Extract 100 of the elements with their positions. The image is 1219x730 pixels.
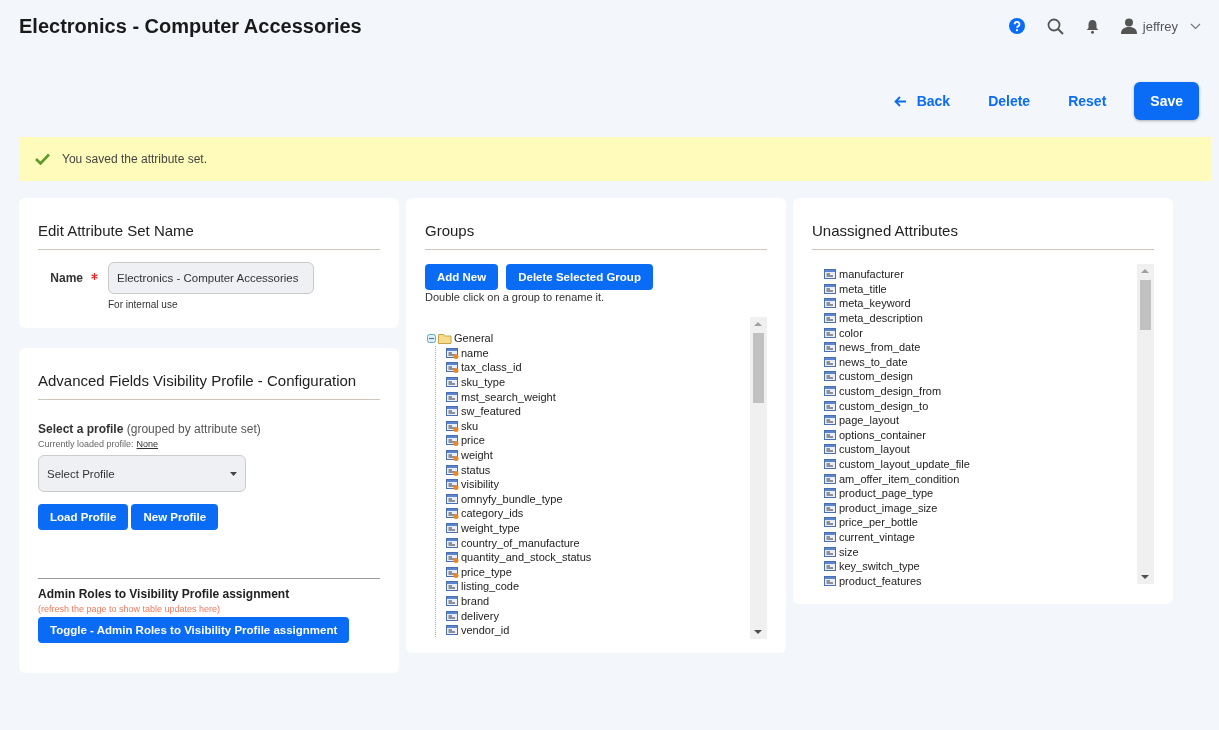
field-note: For internal use bbox=[108, 299, 179, 310]
page-title: Electronics - Computer Accessories bbox=[19, 14, 363, 38]
attribute-icon bbox=[824, 297, 837, 310]
tree-item[interactable]: vendor_id bbox=[436, 622, 750, 638]
attribute-icon bbox=[824, 428, 837, 441]
tree-item[interactable]: status bbox=[436, 462, 750, 477]
select-label: Select a profile (grouped by attribute set) bbox=[38, 422, 262, 436]
profile-dropdown[interactable]: Select Profile bbox=[38, 455, 246, 492]
list-item[interactable]: price_per_bottle bbox=[824, 515, 1137, 530]
system-attribute-icon bbox=[446, 507, 459, 520]
tree-item[interactable]: delivery bbox=[436, 608, 750, 623]
attribute-icon bbox=[824, 385, 837, 398]
list-item[interactable]: custom_design_to bbox=[824, 398, 1137, 413]
section-title: Admin Roles to Visibility Profile assignment bbox=[38, 587, 291, 601]
list-item[interactable]: color bbox=[824, 325, 1137, 340]
list-item[interactable]: key_switch_type bbox=[824, 558, 1137, 574]
list-item[interactable]: custom_layout_update_file bbox=[824, 456, 1137, 472]
list-item[interactable]: meta_title bbox=[824, 281, 1137, 297]
list-item[interactable]: options_container bbox=[824, 427, 1137, 443]
back-button[interactable]: Back bbox=[883, 85, 961, 117]
attribute-icon bbox=[446, 580, 459, 593]
message-text: You saved the attribute set. bbox=[62, 152, 207, 166]
refresh-note: (refresh the page to show table updates here) bbox=[38, 604, 222, 614]
attribute-icon bbox=[824, 414, 837, 427]
tree-item[interactable]: visibility bbox=[436, 476, 750, 492]
tree-item[interactable]: brand bbox=[436, 593, 750, 609]
attribute-icon bbox=[824, 312, 837, 325]
group-button[interactable]: Delete Selected Group bbox=[506, 264, 653, 290]
tree-item[interactable]: sw_featured bbox=[436, 403, 750, 419]
attribute-icon bbox=[824, 472, 837, 485]
attribute-icon bbox=[824, 545, 837, 558]
tree-item[interactable]: mst_search_weight bbox=[436, 389, 750, 404]
list-item[interactable]: news_from_date bbox=[824, 339, 1137, 355]
tree-item[interactable]: price bbox=[436, 433, 750, 448]
tree-item[interactable]: quantity_and_stock_status bbox=[436, 549, 750, 565]
tree-item[interactable]: tax_class_id bbox=[436, 360, 750, 375]
help-icon[interactable] bbox=[1008, 18, 1025, 34]
dropdown-caret-icon bbox=[230, 471, 237, 476]
tree-item[interactable]: sku bbox=[436, 418, 750, 434]
user-menu[interactable]: jeffrey bbox=[1120, 18, 1201, 34]
save-button[interactable]: Save bbox=[1134, 82, 1199, 120]
tree-item[interactable]: name bbox=[436, 345, 750, 361]
list-item[interactable]: am_offer_item_condition bbox=[824, 471, 1137, 486]
attribute-icon bbox=[824, 341, 837, 354]
list-item[interactable]: meta_keyword bbox=[824, 296, 1137, 311]
scrollbar[interactable] bbox=[750, 317, 767, 639]
hint-text: Double click on a group to rename it. bbox=[425, 291, 606, 303]
tree-item[interactable]: country_of_manufacture bbox=[436, 535, 750, 550]
system-attribute-icon bbox=[446, 449, 459, 462]
attribute-icon bbox=[446, 624, 459, 637]
list-item[interactable]: custom_design bbox=[824, 369, 1137, 384]
folder-icon bbox=[438, 332, 452, 344]
attribute-icon bbox=[446, 522, 459, 534]
attribute-icon bbox=[446, 595, 459, 607]
scrollbar[interactable] bbox=[1137, 264, 1154, 584]
attribute-icon bbox=[824, 574, 837, 587]
tree-item[interactable]: price_type bbox=[436, 564, 750, 580]
collapse-icon[interactable] bbox=[427, 333, 436, 343]
group-button[interactable]: Add New bbox=[425, 264, 499, 290]
attribute-icon bbox=[824, 326, 837, 339]
profile-button[interactable]: Load Profile bbox=[38, 504, 129, 530]
tree-item[interactable]: listing_code bbox=[436, 579, 750, 594]
name-input-field[interactable]: Electronics - Computer Accessories bbox=[108, 262, 314, 294]
attribute-icon bbox=[824, 487, 837, 500]
tree-item[interactable]: weight_type bbox=[436, 520, 750, 536]
action-button[interactable]: Reset bbox=[1058, 85, 1117, 117]
list-item[interactable]: current_vintage bbox=[824, 529, 1137, 545]
list-item[interactable]: product_features bbox=[824, 573, 1137, 589]
tree-item[interactable]: omnyfy_bundle_type bbox=[436, 491, 750, 507]
list-item[interactable]: custom_design_from bbox=[824, 383, 1137, 399]
loaded-profile-link[interactable]: None bbox=[136, 439, 159, 449]
list-item[interactable]: size bbox=[824, 544, 1137, 559]
search-icon[interactable] bbox=[1046, 17, 1064, 35]
action-button[interactable]: Delete bbox=[978, 85, 1041, 117]
tree-item[interactable]: sku_type bbox=[436, 374, 750, 390]
list-item[interactable]: product_image_size bbox=[824, 500, 1137, 516]
loaded-profile-label: Currently loaded profile: bbox=[38, 439, 134, 449]
list-item[interactable]: meta_description bbox=[824, 310, 1137, 326]
bell-icon[interactable] bbox=[1085, 18, 1099, 34]
card-title: Advanced Fields Visibility Profile - Configuration bbox=[38, 372, 380, 400]
list-item[interactable]: custom_layout bbox=[824, 442, 1137, 457]
list-item[interactable]: news_to_date bbox=[824, 354, 1137, 370]
user-icon bbox=[1120, 18, 1137, 34]
list-item[interactable]: manufacturer bbox=[824, 267, 1137, 282]
attribute-icon bbox=[824, 399, 837, 412]
attribute-icon bbox=[446, 390, 459, 403]
toggle-button[interactable]: Toggle - Admin Roles to Visibility Profile assignment bbox=[38, 617, 350, 643]
system-attribute-icon bbox=[446, 419, 459, 432]
attribute-icon bbox=[824, 370, 837, 383]
attribute-icon bbox=[824, 531, 837, 543]
profile-button[interactable]: New Profile bbox=[131, 504, 219, 530]
list-item[interactable]: product_page_type bbox=[824, 485, 1137, 501]
card-title: Unassigned Attributes bbox=[812, 222, 1154, 250]
attribute-icon bbox=[824, 516, 837, 529]
tree-group[interactable]: General bbox=[427, 331, 750, 346]
list-item[interactable]: page_layout bbox=[824, 412, 1137, 428]
tree-item[interactable]: weight bbox=[436, 447, 750, 463]
system-attribute-icon bbox=[446, 463, 459, 476]
tree-item[interactable]: category_ids bbox=[436, 506, 750, 521]
attribute-icon bbox=[446, 609, 459, 622]
